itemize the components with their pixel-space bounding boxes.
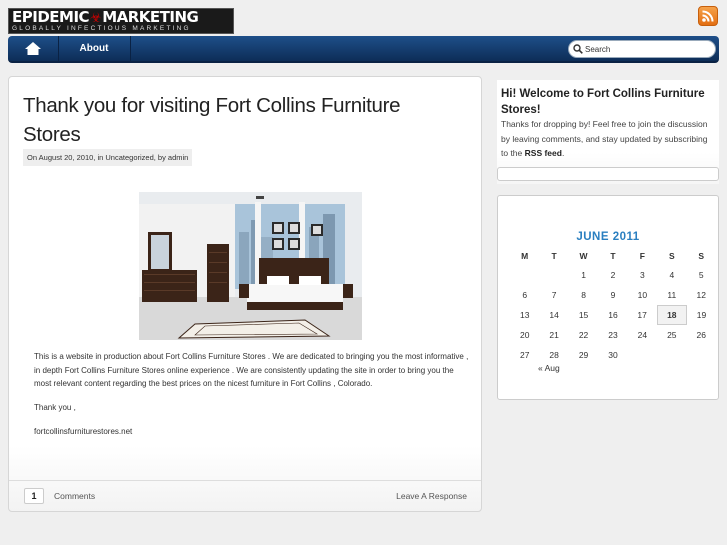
calendar-empty-cell <box>539 265 568 285</box>
calendar-day: 12 <box>696 289 706 300</box>
calendar-day: 14 <box>549 309 559 320</box>
rss-feed-link[interactable]: RSS feed <box>525 148 562 158</box>
calendar-empty-cell <box>687 345 716 365</box>
calendar-week: 20 21 22 23 24 25 26 <box>510 325 716 345</box>
calendar-day: 1 <box>581 269 586 280</box>
calendar-day: 2 <box>610 269 616 280</box>
calendar-day: 13 <box>519 309 530 320</box>
weekday-header: T <box>610 250 616 261</box>
post-paragraph: This is a website in production about Fo… <box>34 352 469 388</box>
main-nav: About <box>8 36 719 63</box>
weekday-header: W <box>579 250 588 261</box>
weekday-header: T <box>551 250 557 261</box>
calendar-day: 29 <box>578 350 589 361</box>
calendar-widget: JUNE 2011 M T W T F S S 1 2 3 4 5 6 7 8 9 10 11 12 1… <box>497 195 719 400</box>
logo-tagline: GLOBALLY INFECTIOUS MARKETING <box>12 25 191 32</box>
calendar-day: 20 <box>519 330 530 341</box>
calendar-day: 5 <box>698 269 704 280</box>
calendar-day: 19 <box>696 309 707 320</box>
calendar-day: 6 <box>522 289 528 300</box>
comment-count-badge[interactable]: 1 <box>24 488 44 504</box>
calendar-day: 25 <box>667 330 677 341</box>
calendar-empty-cell <box>510 265 539 285</box>
rss-icon[interactable] <box>698 6 718 26</box>
welcome-title: Hi! Welcome to Fort Collins Furniture St… <box>501 88 705 116</box>
calendar-empty-cell <box>657 345 686 365</box>
calendar-day: 30 <box>608 350 618 361</box>
calendar-day: 22 <box>578 330 589 341</box>
calendar-day: 28 <box>549 350 559 361</box>
calendar-day: 9 <box>610 289 616 300</box>
calendar-day: 10 <box>637 289 648 300</box>
calendar-day: 15 <box>578 309 589 320</box>
weekday-header: S <box>698 250 705 261</box>
calendar-day: 18 <box>656 304 688 326</box>
post-meta: On August 20, 2010, in Uncategorized, by… <box>23 149 193 166</box>
post-card: Thank you for visiting Fort Collins Furn… <box>8 76 482 512</box>
sidebar-empty-widget <box>497 167 719 181</box>
post-paragraph: Thank you , <box>34 403 76 412</box>
calendar-day: 4 <box>669 269 675 280</box>
calendar-week: 13 14 15 16 17 18 19 <box>510 304 716 326</box>
calendar-day: 11 <box>667 289 677 300</box>
post-paragraph: fortcollinsfurniturestores.net <box>34 427 133 436</box>
calendar-body: 1 2 3 4 5 6 7 8 9 10 11 12 13 14 15 16 17 18 19 20 21 22 23 24 2… <box>510 265 716 365</box>
post-footer: 1 Comments Leave A Response <box>9 480 481 512</box>
calendar-day: 16 <box>608 309 618 320</box>
leave-response-link[interactable]: Leave A Response <box>396 491 467 501</box>
calendar-empty-cell <box>628 345 657 365</box>
site-logo[interactable]: EPIDEMIC☣MARKETING GLOBALLY INFECTIOUS M… <box>8 8 234 34</box>
calendar-prev-link[interactable]: « Aug <box>538 363 560 373</box>
calendar-day: 7 <box>551 289 557 300</box>
calendar-week: 1 2 3 4 5 <box>510 265 716 285</box>
nav-home[interactable] <box>8 36 59 61</box>
calendar-day: 23 <box>608 330 618 341</box>
post-body: This is a website in production about Fo… <box>34 350 472 449</box>
calendar-day: 3 <box>640 269 645 280</box>
comments-link[interactable]: Comments <box>54 491 95 501</box>
weekday-header: S <box>668 250 675 261</box>
calendar-day: 8 <box>581 289 586 300</box>
calendar-caption: JUNE 2011 <box>576 231 640 243</box>
home-icon <box>25 42 41 55</box>
biohazard-icon: ☣ <box>90 11 102 26</box>
welcome-text: Thanks for dropping by! Feel free to joi… <box>501 119 708 158</box>
calendar-week: 6 7 8 9 10 11 12 <box>510 285 716 305</box>
bedroom-furniture-image <box>139 192 362 340</box>
calendar-day: 27 <box>519 350 530 361</box>
post-title[interactable]: Thank you for visiting Fort Collins Furn… <box>23 91 463 149</box>
calendar-table: M T W T F S S 1 2 3 4 5 6 7 8 9 10 11 12 13 14 15 16 17 1… <box>510 246 716 365</box>
weekday-header: F <box>639 250 645 261</box>
nav-about[interactable]: About <box>58 36 131 61</box>
calendar-week: 27 28 29 30 <box>510 345 716 365</box>
search-box[interactable] <box>568 40 716 58</box>
weekday-header: M <box>521 250 529 261</box>
calendar-day: 26 <box>696 330 706 341</box>
calendar-day: 21 <box>549 330 559 341</box>
search-icon <box>573 44 583 54</box>
calendar-day: 24 <box>637 330 648 341</box>
calendar-day: 17 <box>637 309 647 320</box>
search-input[interactable] <box>585 42 705 56</box>
